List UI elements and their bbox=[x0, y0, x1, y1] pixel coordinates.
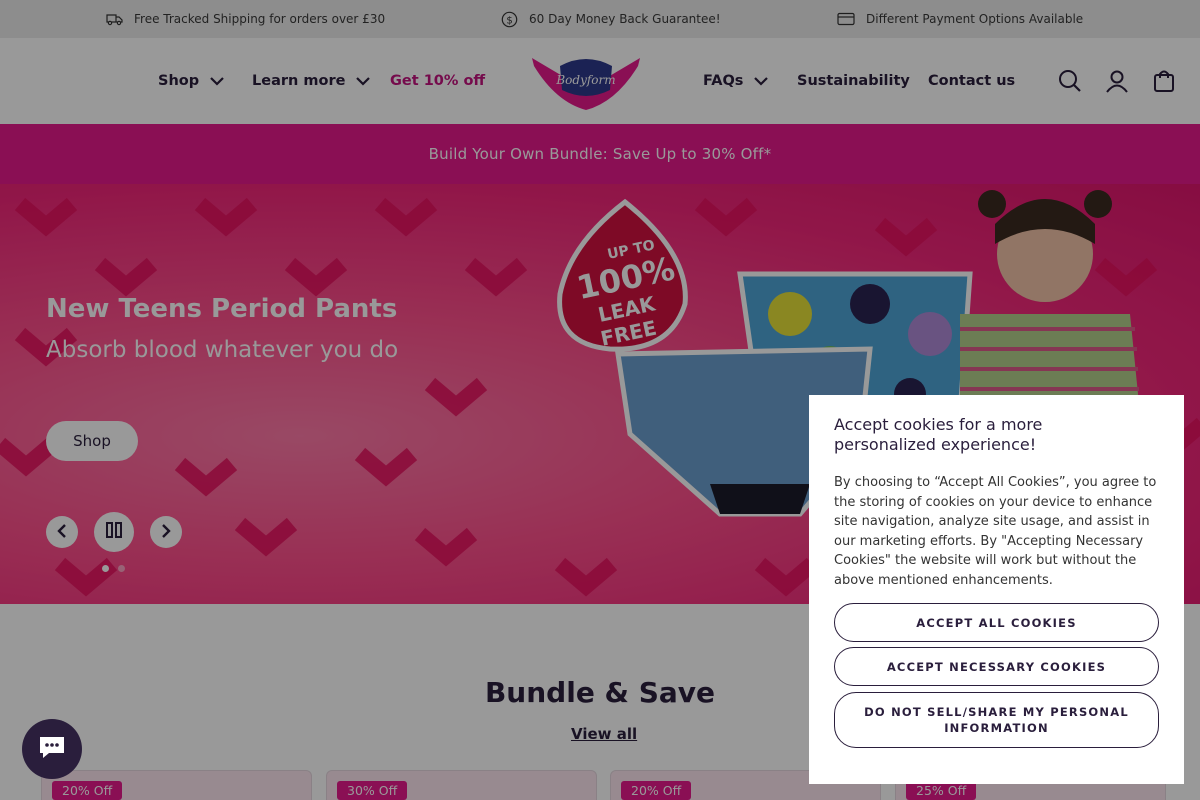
do-not-sell-button[interactable]: DO NOT SELL/SHARE MY PERSONAL INFORMATIO… bbox=[834, 692, 1159, 748]
accept-necessary-cookies-button[interactable]: ACCEPT NECESSARY COOKIES bbox=[834, 647, 1159, 686]
cookie-title: Accept cookies for a more personalized e… bbox=[834, 415, 1043, 454]
cookie-consent-dialog: Accept cookies for a more personalized e… bbox=[809, 395, 1184, 784]
chat-icon bbox=[37, 734, 67, 764]
chat-button[interactable] bbox=[22, 719, 82, 779]
cookie-description: By choosing to “Accept All Cookies”, you… bbox=[834, 475, 1157, 588]
accept-all-cookies-button[interactable]: ACCEPT ALL COOKIES bbox=[834, 603, 1159, 642]
